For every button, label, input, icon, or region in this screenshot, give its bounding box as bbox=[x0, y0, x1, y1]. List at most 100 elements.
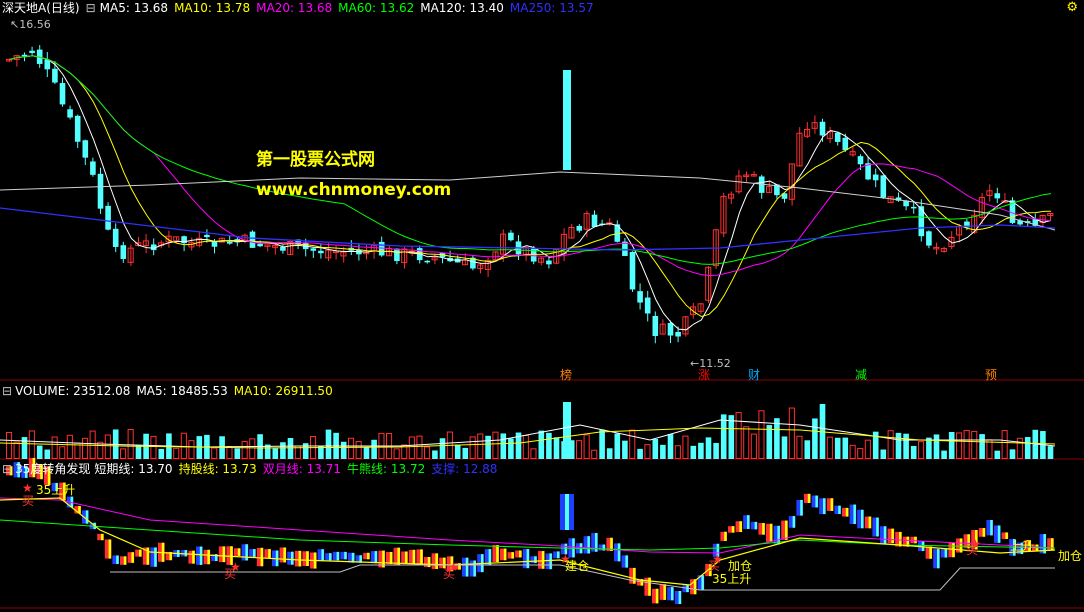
signal-label: 买 bbox=[708, 559, 721, 573]
candle-body bbox=[637, 291, 643, 303]
stock-name: 深天地A bbox=[2, 1, 47, 15]
indicator-block bbox=[617, 543, 621, 562]
volume-bar bbox=[682, 435, 689, 459]
volume-bar bbox=[150, 435, 157, 459]
volume-bar bbox=[933, 434, 940, 459]
indicator-block bbox=[944, 549, 948, 558]
volume-bar bbox=[553, 437, 560, 459]
signal-label: 买 bbox=[22, 494, 35, 508]
indicator-block bbox=[625, 555, 628, 568]
candle-body bbox=[652, 315, 659, 336]
indicator-block bbox=[511, 552, 514, 559]
volume-bar bbox=[180, 432, 187, 459]
volume-bar bbox=[21, 437, 28, 459]
indicator-block bbox=[800, 499, 803, 516]
ma-collapse-icon[interactable]: ⊟ bbox=[86, 1, 96, 15]
indicator-collapse-icon[interactable]: ⊟ bbox=[2, 462, 12, 476]
volume-bar bbox=[576, 440, 583, 460]
candle-body bbox=[880, 175, 887, 198]
ma120-value: MA120: 13.40 bbox=[420, 1, 504, 15]
volume-bar bbox=[355, 441, 362, 460]
indicator-block bbox=[192, 550, 195, 564]
volume-bar bbox=[864, 439, 871, 459]
indicator-block bbox=[412, 549, 416, 564]
volume-bar bbox=[956, 432, 963, 459]
indicator-block bbox=[405, 551, 408, 564]
volume-bar bbox=[13, 441, 20, 460]
volume-bar bbox=[120, 448, 127, 460]
volume-bar bbox=[583, 434, 590, 460]
indicator-block bbox=[838, 505, 841, 515]
indicator-block bbox=[868, 516, 872, 529]
volume-bar bbox=[51, 436, 58, 459]
volume-bar bbox=[743, 426, 750, 460]
volume-bar bbox=[941, 450, 947, 459]
volume-bar bbox=[340, 441, 347, 459]
volume-bar bbox=[766, 425, 773, 459]
volume-bar bbox=[546, 432, 552, 459]
chart-canvas[interactable]: ★★ ★★ ★★ bbox=[0, 0, 1084, 612]
candle-body bbox=[644, 297, 651, 314]
volume-bar bbox=[660, 444, 666, 459]
indicator-block bbox=[982, 528, 986, 537]
volume-bar bbox=[705, 437, 712, 459]
candle-body bbox=[249, 231, 256, 248]
indicator-block bbox=[754, 521, 758, 530]
volume-bar bbox=[1047, 446, 1054, 459]
volume-bar bbox=[1009, 449, 1016, 459]
candle-body bbox=[591, 214, 598, 228]
candle-body bbox=[82, 140, 89, 158]
volume-bar bbox=[849, 444, 856, 459]
indicator-block bbox=[565, 494, 569, 530]
volume-bar bbox=[667, 434, 674, 459]
volume-bar bbox=[82, 437, 89, 460]
indicator-block bbox=[883, 526, 887, 545]
volume-bar bbox=[74, 442, 81, 460]
indicator-block bbox=[678, 590, 682, 605]
candle-body bbox=[842, 137, 849, 151]
indicator-block bbox=[921, 541, 925, 551]
candle-body bbox=[546, 260, 552, 265]
volume-bar bbox=[234, 448, 241, 459]
stock-chart-window[interactable]: ★ ★ ★ ★ ★ ★ 深天地A(日线) ⊟ MA5: 13.68 MA10: 13.78 MA2… bbox=[0, 0, 1084, 612]
indicator-block bbox=[321, 549, 324, 561]
indicator-block bbox=[435, 553, 438, 569]
volume-bar bbox=[750, 433, 757, 460]
volume-bar bbox=[963, 429, 970, 460]
indicator-block bbox=[131, 552, 134, 563]
indicator-block bbox=[739, 521, 742, 532]
event-tag-jian[interactable]: 减 bbox=[855, 366, 867, 383]
volume-bar bbox=[439, 438, 446, 459]
volume-bar bbox=[880, 449, 887, 459]
indicator-block bbox=[534, 556, 537, 564]
volume-bar bbox=[918, 441, 925, 459]
indicator-block bbox=[420, 549, 423, 566]
indicator-block bbox=[199, 546, 203, 565]
indicator-panel: ★★ ★★ ★★ bbox=[0, 457, 1084, 609]
high-price-marker: ↖16.56 bbox=[10, 18, 51, 31]
volume-bar bbox=[826, 436, 833, 459]
candle-body bbox=[59, 83, 66, 105]
indicator-block bbox=[268, 549, 271, 559]
indicator-block bbox=[731, 526, 735, 533]
indicator-block bbox=[503, 548, 507, 561]
indicator-block bbox=[336, 551, 340, 561]
volume-bar bbox=[948, 431, 955, 459]
indicator-block bbox=[541, 551, 545, 569]
volume-bar bbox=[272, 448, 279, 459]
volume-collapse-icon[interactable]: ⊟ bbox=[2, 384, 12, 398]
settings-gear-icon[interactable]: ⚙ bbox=[1066, 0, 1078, 15]
event-tag-yu[interactable]: 预 bbox=[985, 366, 997, 383]
event-tag-bang[interactable]: 榜 bbox=[560, 366, 572, 383]
indicator-block bbox=[367, 552, 370, 560]
volume-bar bbox=[158, 448, 165, 459]
indicator-block bbox=[823, 498, 826, 515]
event-tag-zhang[interactable]: 涨 bbox=[698, 366, 710, 383]
indicator-block bbox=[237, 548, 241, 556]
indicator-block bbox=[633, 567, 636, 584]
volume-bar bbox=[393, 448, 400, 459]
indicator-block bbox=[101, 533, 104, 541]
indicator-block bbox=[1005, 532, 1008, 539]
event-tag-cai[interactable]: 财 bbox=[748, 366, 760, 383]
volume-bar bbox=[591, 449, 598, 459]
